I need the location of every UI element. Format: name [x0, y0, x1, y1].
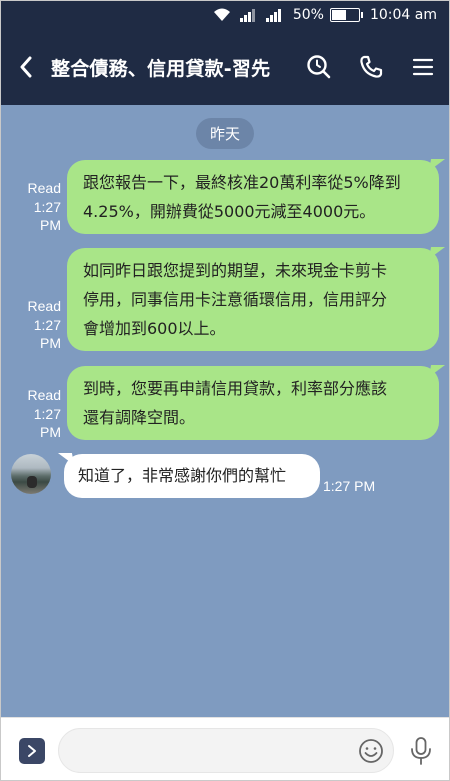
call-button[interactable] — [345, 29, 397, 105]
chevron-right-icon — [28, 745, 36, 757]
battery-icon — [329, 8, 363, 22]
menu-icon — [412, 58, 434, 76]
wifi-icon — [213, 8, 231, 22]
search-icon — [307, 55, 331, 79]
battery-percent: 50% — [292, 7, 324, 23]
emoji-button[interactable] — [358, 738, 384, 764]
chevron-left-icon — [20, 56, 32, 78]
message-list[interactable]: 昨天 Read 1:27 PM 跟您報告一下，最終核准20萬利率從5%降到 4.… — [1, 105, 449, 717]
date-divider: 昨天 — [195, 118, 255, 149]
outgoing-message[interactable]: 如同昨日跟您提到的期望，未來現金卡剪卡 停用，同事信用卡注意循環信用，信用評分 … — [67, 248, 439, 351]
read-receipt: Read 1:27 PM — [27, 387, 61, 440]
expand-button[interactable] — [19, 738, 45, 764]
message-text-line: 4.25%，開辦費從5000元減至4000元。 — [83, 202, 376, 221]
signal-icon-1 — [239, 8, 257, 22]
clock: 10:04 am — [369, 7, 437, 23]
message-text-line: 還有調降空間。 — [83, 408, 196, 427]
outgoing-message[interactable]: 跟您報告一下，最終核准20萬利率從5%降到 4.25%，開辦費從5000元減至4… — [67, 160, 439, 234]
chat-title: 整合債務、信用貸款-習先 — [51, 57, 271, 80]
message-text-line: 到時，您要再申請信用貸款，利率部分應該 — [83, 379, 388, 398]
back-button[interactable] — [1, 29, 51, 105]
status-bar: 50% 10:04 am — [1, 1, 449, 29]
message-text-line: 會增加到600以上。 — [83, 319, 226, 338]
message-text-line: 停用，同事信用卡注意循環信用，信用評分 — [83, 290, 388, 309]
read-receipt: Read 1:27 PM — [27, 298, 61, 351]
chat-header: 整合債務、信用貸款-習先 — [1, 29, 449, 105]
incoming-message[interactable]: 知道了，非常感謝你們的幫忙 — [64, 454, 320, 498]
signal-icon-2 — [265, 8, 283, 22]
search-button[interactable] — [293, 29, 345, 105]
microphone-icon — [411, 737, 431, 765]
smiley-icon — [359, 739, 383, 763]
message-text: 知道了，非常感謝你們的幫忙 — [78, 466, 287, 485]
message-timestamp: 1:27 PM — [323, 478, 376, 494]
read-receipt: Read 1:27 PM — [27, 180, 61, 233]
message-text-line: 如同昨日跟您提到的期望，未來現金卡剪卡 — [83, 261, 388, 280]
message-text-line: 跟您報告一下，最終核准20萬利率從5%降到 — [83, 173, 401, 192]
outgoing-message[interactable]: 到時，您要再申請信用貸款，利率部分應該 還有調降空間。 — [67, 366, 439, 440]
phone-icon — [360, 55, 383, 78]
chat-screen: 50% 10:04 am 整合債務、信用貸款-習先 昨天 Read 1:27 P… — [0, 0, 450, 781]
contact-avatar[interactable] — [11, 454, 51, 494]
composer-bar — [1, 717, 449, 780]
message-input[interactable] — [58, 728, 394, 773]
microphone-button[interactable] — [407, 736, 435, 766]
menu-button[interactable] — [397, 29, 449, 105]
